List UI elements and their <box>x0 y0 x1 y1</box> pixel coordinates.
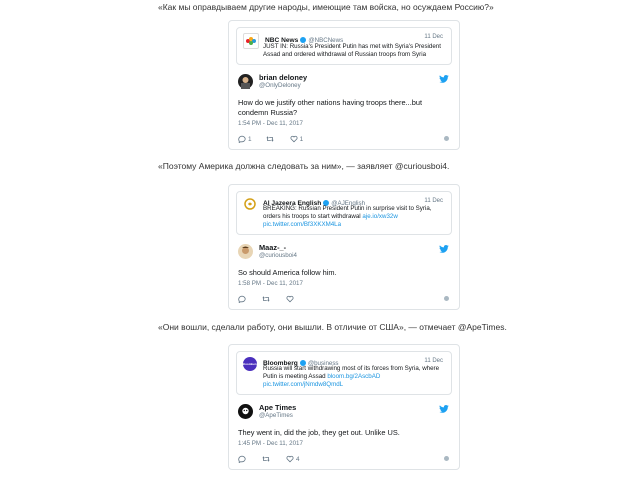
retweet-button[interactable] <box>266 135 276 143</box>
author-handle[interactable]: @ApeTimes <box>259 412 296 420</box>
quoted-date[interactable]: 11 Dec <box>424 357 443 365</box>
reply-button[interactable]: 1 <box>238 135 252 143</box>
al-jazeera-icon <box>243 197 257 211</box>
info-icon[interactable] <box>444 296 449 301</box>
embedded-tweet-3[interactable]: Bloomberg Bloomberg @business 11 Dec Russ… <box>228 344 460 470</box>
reply-button[interactable] <box>238 455 248 463</box>
quoted-tweet[interactable]: NBC News @NBCNews 11 Dec JUST IN: Russia'… <box>236 27 452 65</box>
tweet-timestamp[interactable]: 1:54 PM - Dec 11, 2017 <box>238 120 450 127</box>
caption-1: «Как мы оправдываем другие народы, имеющ… <box>158 2 494 12</box>
info-icon[interactable] <box>444 456 449 461</box>
quoted-link[interactable]: aje.io/xw32w <box>362 213 397 220</box>
reply-count: 1 <box>248 135 252 143</box>
quoted-link[interactable]: bloom.bg/2AscbAD <box>327 373 380 380</box>
tweet-text: How do we justify other nations having t… <box>238 98 423 117</box>
retweet-button[interactable] <box>262 295 272 303</box>
author-name[interactable]: Ape Times <box>259 403 296 412</box>
quoted-text: JUST IN: Russia's President Putin has me… <box>263 43 441 58</box>
tweet-timestamp[interactable]: 1:45 PM - Dec 11, 2017 <box>238 440 450 447</box>
author-name[interactable]: Maaz-_- <box>259 243 297 252</box>
reply-icon <box>238 295 246 303</box>
avatar[interactable] <box>238 244 253 259</box>
twitter-bird-icon[interactable] <box>439 245 449 253</box>
like-button[interactable]: 1 <box>290 135 304 143</box>
quoted-tweet[interactable]: Al Jazeera English @AJEnglish 11 Dec BREA… <box>236 191 452 235</box>
like-button[interactable]: 4 <box>286 455 300 463</box>
twitter-bird-icon[interactable] <box>439 75 449 83</box>
author-handle[interactable]: @curiousboi4 <box>259 252 297 260</box>
info-icon[interactable] <box>444 136 449 141</box>
tweet-text: So should America follow him. <box>238 268 337 277</box>
like-button[interactable] <box>286 295 296 303</box>
quoted-tweet[interactable]: Bloomberg Bloomberg @business 11 Dec Russ… <box>236 351 452 395</box>
heart-icon <box>286 295 294 303</box>
reply-icon <box>238 135 246 143</box>
bloomberg-icon: Bloomberg <box>242 357 258 371</box>
caption-3: «Они вошли, сделали работу, они вышли. В… <box>158 322 507 332</box>
embedded-tweet-1[interactable]: NBC News @NBCNews 11 Dec JUST IN: Russia'… <box>228 20 460 150</box>
nbc-peacock-icon <box>243 33 259 49</box>
embedded-tweet-2[interactable]: Al Jazeera English @AJEnglish 11 Dec BREA… <box>228 184 460 310</box>
reply-button[interactable] <box>238 295 248 303</box>
heart-icon <box>290 135 298 143</box>
tweet-text: They went in, did the job, they get out.… <box>238 428 400 437</box>
quoted-pic-link[interactable]: pic.twitter.com/jNmdw8QmdL <box>263 381 343 388</box>
reply-icon <box>238 455 246 463</box>
quoted-date[interactable]: 11 Dec <box>424 197 443 205</box>
retweet-icon <box>262 456 270 462</box>
retweet-button[interactable] <box>262 455 272 463</box>
tweet-timestamp[interactable]: 1:58 PM - Dec 11, 2017 <box>238 280 450 287</box>
like-count: 1 <box>299 135 304 143</box>
author-name[interactable]: brian deloney <box>259 73 307 82</box>
quoted-pic-link[interactable]: pic.twitter.com/Bf3XKXM4La <box>263 221 341 228</box>
heart-icon <box>286 455 294 463</box>
like-count: 4 <box>296 455 300 463</box>
author-handle[interactable]: @OnlyDeloney <box>259 82 307 90</box>
retweet-icon <box>266 136 274 142</box>
caption-2: «Поэтому Америка должна следовать за ним… <box>158 161 450 171</box>
quoted-text: BREAKING: Russian President Putin in sur… <box>263 205 432 220</box>
avatar[interactable] <box>238 404 253 419</box>
avatar[interactable] <box>238 74 253 89</box>
twitter-bird-icon[interactable] <box>439 405 449 413</box>
retweet-icon <box>262 296 270 302</box>
quoted-date[interactable]: 11 Dec <box>424 33 443 41</box>
